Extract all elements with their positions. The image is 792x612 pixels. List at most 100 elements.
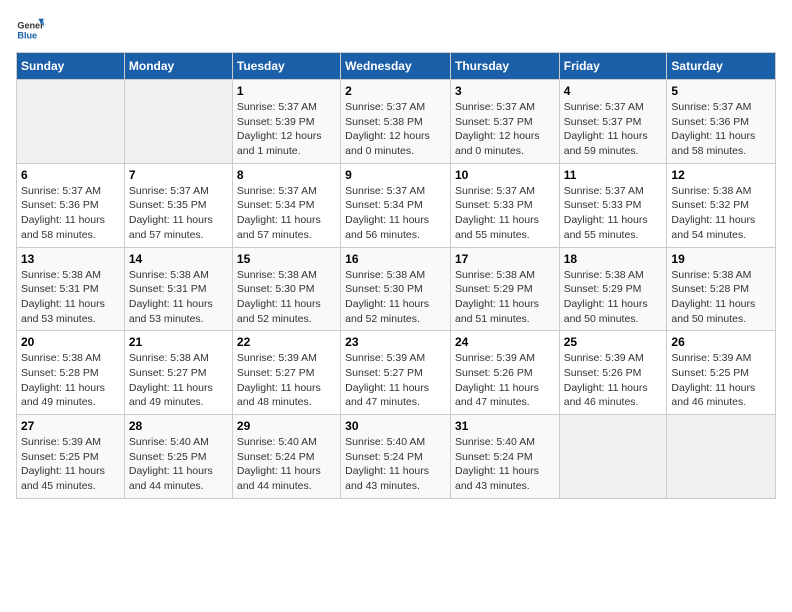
day-info: Sunrise: 5:38 AM Sunset: 5:30 PM Dayligh… (345, 268, 446, 327)
day-info: Sunrise: 5:38 AM Sunset: 5:27 PM Dayligh… (129, 351, 228, 410)
calendar-cell: 19 Sunrise: 5:38 AM Sunset: 5:28 PM Dayli… (667, 247, 776, 331)
day-info: Sunrise: 5:38 AM Sunset: 5:28 PM Dayligh… (671, 268, 771, 327)
calendar-week-row: 20Sunrise: 5:38 AM Sunset: 5:28 PM Dayli… (17, 331, 776, 415)
day-number: 13 (21, 252, 120, 266)
calendar-cell: 12 Sunrise: 5:38 AM Sunset: 5:32 PM Dayli… (667, 163, 776, 247)
calendar-cell: 25 Sunrise: 5:39 AM Sunset: 5:26 PM Dayli… (559, 331, 667, 415)
header: General Blue (16, 16, 776, 44)
day-number: 7 (129, 168, 228, 182)
calendar-cell (124, 80, 232, 164)
calendar-cell: 17Sunrise: 5:38 AM Sunset: 5:29 PM Dayli… (450, 247, 559, 331)
day-number: 31 (455, 419, 555, 433)
day-number: 24 (455, 335, 555, 349)
day-info: Sunrise: 5:39 AM Sunset: 5:26 PM Dayligh… (455, 351, 555, 410)
calendar-week-row: 13 Sunrise: 5:38 AM Sunset: 5:31 PM Dayli… (17, 247, 776, 331)
weekday-header: Saturday (667, 53, 776, 80)
day-info: Sunrise: 5:39 AM Sunset: 5:25 PM Dayligh… (671, 351, 771, 410)
calendar-cell (17, 80, 125, 164)
calendar-cell: 24 Sunrise: 5:39 AM Sunset: 5:26 PM Dayli… (450, 331, 559, 415)
day-info: Sunrise: 5:39 AM Sunset: 5:25 PM Dayligh… (21, 435, 120, 494)
calendar-cell: 26Sunrise: 5:39 AM Sunset: 5:25 PM Dayli… (667, 331, 776, 415)
calendar-cell: 21 Sunrise: 5:38 AM Sunset: 5:27 PM Dayli… (124, 331, 232, 415)
calendar-cell: 31 Sunrise: 5:40 AM Sunset: 5:24 PM Dayli… (450, 415, 559, 499)
weekday-header: Sunday (17, 53, 125, 80)
day-info: Sunrise: 5:37 AM Sunset: 5:34 PM Dayligh… (345, 184, 446, 243)
calendar-week-row: 1 Sunrise: 5:37 AM Sunset: 5:39 PM Daylig… (17, 80, 776, 164)
day-info: Sunrise: 5:37 AM Sunset: 5:36 PM Dayligh… (21, 184, 120, 243)
calendar-cell: 14 Sunrise: 5:38 AM Sunset: 5:31 PM Dayli… (124, 247, 232, 331)
calendar-week-row: 27 Sunrise: 5:39 AM Sunset: 5:25 PM Dayli… (17, 415, 776, 499)
weekday-header: Friday (559, 53, 667, 80)
day-number: 9 (345, 168, 446, 182)
day-number: 12 (671, 168, 771, 182)
day-info: Sunrise: 5:37 AM Sunset: 5:34 PM Dayligh… (237, 184, 336, 243)
calendar-cell: 28 Sunrise: 5:40 AM Sunset: 5:25 PM Dayli… (124, 415, 232, 499)
day-number: 6 (21, 168, 120, 182)
calendar-cell: 23 Sunrise: 5:39 AM Sunset: 5:27 PM Dayli… (341, 331, 451, 415)
logo: General Blue (16, 16, 44, 44)
generalblue-icon: General Blue (16, 16, 44, 44)
day-info: Sunrise: 5:38 AM Sunset: 5:29 PM Dayligh… (455, 268, 555, 327)
svg-text:Blue: Blue (17, 30, 37, 40)
calendar-cell: 13 Sunrise: 5:38 AM Sunset: 5:31 PM Dayli… (17, 247, 125, 331)
day-number: 19 (671, 252, 771, 266)
day-number: 21 (129, 335, 228, 349)
day-number: 25 (564, 335, 663, 349)
calendar-cell: 2Sunrise: 5:37 AM Sunset: 5:38 PM Daylig… (341, 80, 451, 164)
day-info: Sunrise: 5:39 AM Sunset: 5:26 PM Dayligh… (564, 351, 663, 410)
day-number: 20 (21, 335, 120, 349)
calendar-cell (667, 415, 776, 499)
day-info: Sunrise: 5:40 AM Sunset: 5:25 PM Dayligh… (129, 435, 228, 494)
day-number: 8 (237, 168, 336, 182)
calendar-cell: 5Sunrise: 5:37 AM Sunset: 5:36 PM Daylig… (667, 80, 776, 164)
calendar-cell: 6 Sunrise: 5:37 AM Sunset: 5:36 PM Daylig… (17, 163, 125, 247)
day-number: 28 (129, 419, 228, 433)
day-info: Sunrise: 5:38 AM Sunset: 5:32 PM Dayligh… (671, 184, 771, 243)
weekday-header: Tuesday (232, 53, 340, 80)
calendar-cell: 7Sunrise: 5:37 AM Sunset: 5:35 PM Daylig… (124, 163, 232, 247)
day-number: 14 (129, 252, 228, 266)
day-info: Sunrise: 5:37 AM Sunset: 5:37 PM Dayligh… (564, 100, 663, 159)
weekday-header: Thursday (450, 53, 559, 80)
day-number: 3 (455, 84, 555, 98)
day-info: Sunrise: 5:37 AM Sunset: 5:37 PM Dayligh… (455, 100, 555, 159)
day-number: 23 (345, 335, 446, 349)
day-number: 27 (21, 419, 120, 433)
day-number: 2 (345, 84, 446, 98)
day-info: Sunrise: 5:37 AM Sunset: 5:39 PM Dayligh… (237, 100, 336, 159)
day-number: 1 (237, 84, 336, 98)
day-number: 15 (237, 252, 336, 266)
calendar-table: SundayMondayTuesdayWednesdayThursdayFrid… (16, 52, 776, 499)
day-number: 22 (237, 335, 336, 349)
calendar-cell: 18 Sunrise: 5:38 AM Sunset: 5:29 PM Dayli… (559, 247, 667, 331)
day-info: Sunrise: 5:39 AM Sunset: 5:27 PM Dayligh… (345, 351, 446, 410)
calendar-cell: 22Sunrise: 5:39 AM Sunset: 5:27 PM Dayli… (232, 331, 340, 415)
day-info: Sunrise: 5:40 AM Sunset: 5:24 PM Dayligh… (237, 435, 336, 494)
calendar-cell: 9 Sunrise: 5:37 AM Sunset: 5:34 PM Daylig… (341, 163, 451, 247)
calendar-cell: 1 Sunrise: 5:37 AM Sunset: 5:39 PM Daylig… (232, 80, 340, 164)
calendar-cell: 8 Sunrise: 5:37 AM Sunset: 5:34 PM Daylig… (232, 163, 340, 247)
day-number: 11 (564, 168, 663, 182)
calendar-cell: 11Sunrise: 5:37 AM Sunset: 5:33 PM Dayli… (559, 163, 667, 247)
weekday-header: Monday (124, 53, 232, 80)
day-number: 4 (564, 84, 663, 98)
calendar-cell: 27 Sunrise: 5:39 AM Sunset: 5:25 PM Dayli… (17, 415, 125, 499)
svg-text:General: General (17, 21, 44, 31)
calendar-cell: 15 Sunrise: 5:38 AM Sunset: 5:30 PM Dayli… (232, 247, 340, 331)
calendar-cell: 20Sunrise: 5:38 AM Sunset: 5:28 PM Dayli… (17, 331, 125, 415)
calendar-cell: 10 Sunrise: 5:37 AM Sunset: 5:33 PM Dayli… (450, 163, 559, 247)
day-info: Sunrise: 5:38 AM Sunset: 5:31 PM Dayligh… (129, 268, 228, 327)
day-number: 29 (237, 419, 336, 433)
day-info: Sunrise: 5:38 AM Sunset: 5:30 PM Dayligh… (237, 268, 336, 327)
calendar-cell (559, 415, 667, 499)
day-info: Sunrise: 5:40 AM Sunset: 5:24 PM Dayligh… (455, 435, 555, 494)
day-info: Sunrise: 5:37 AM Sunset: 5:36 PM Dayligh… (671, 100, 771, 159)
day-info: Sunrise: 5:37 AM Sunset: 5:33 PM Dayligh… (455, 184, 555, 243)
calendar-header-row: SundayMondayTuesdayWednesdayThursdayFrid… (17, 53, 776, 80)
day-number: 10 (455, 168, 555, 182)
day-info: Sunrise: 5:38 AM Sunset: 5:31 PM Dayligh… (21, 268, 120, 327)
day-number: 18 (564, 252, 663, 266)
day-info: Sunrise: 5:38 AM Sunset: 5:29 PM Dayligh… (564, 268, 663, 327)
day-number: 16 (345, 252, 446, 266)
day-number: 30 (345, 419, 446, 433)
